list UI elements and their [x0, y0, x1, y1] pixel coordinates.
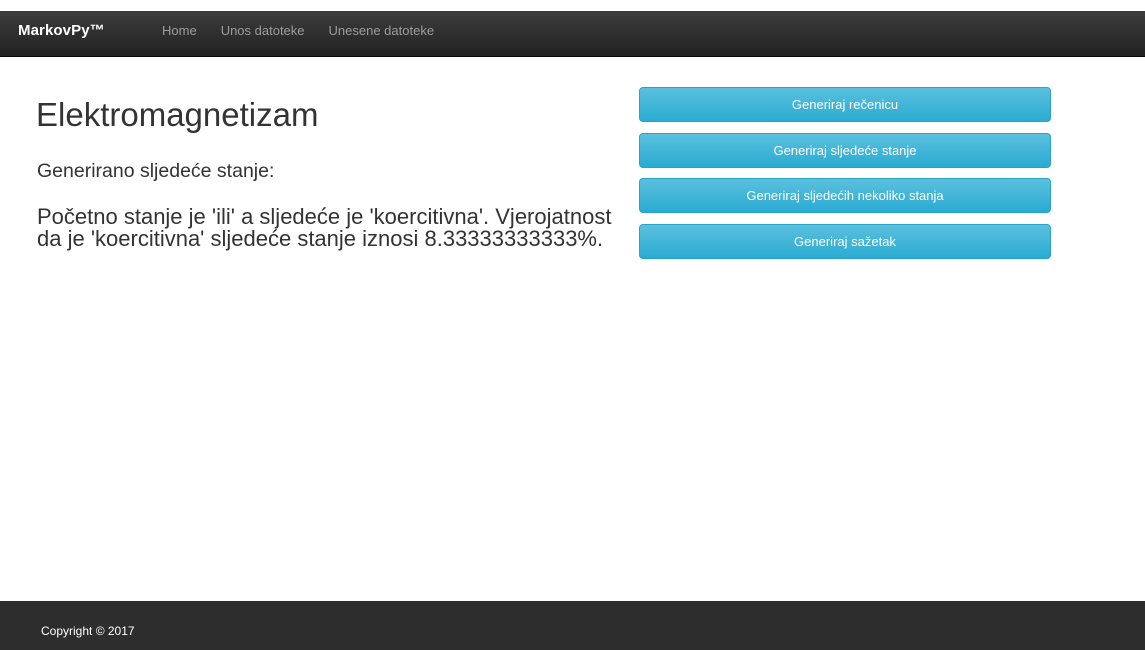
result-heading: Generirano sljedeće stanje: [37, 160, 275, 182]
nav-unesene-datoteke[interactable]: Unesene datoteke [317, 11, 447, 57]
generate-sentence-button[interactable]: Generiraj rečenicu [639, 87, 1051, 122]
top-navbar: MarkovPy™ Home Unos datoteke Unesene dat… [0, 11, 1145, 57]
generate-several-states-button[interactable]: Generiraj sljedećih nekoliko stanja [639, 178, 1051, 213]
action-buttons: Generiraj rečenicu Generiraj sljedeće st… [639, 87, 1051, 269]
generate-next-state-button[interactable]: Generiraj sljedeće stanje [639, 132, 1051, 168]
generate-summary-button[interactable]: Generiraj sažetak [639, 223, 1051, 259]
result-text: Početno stanje je 'ili' a sljedeće je 'k… [37, 204, 612, 251]
brand-link[interactable]: MarkovPy™ [18, 11, 105, 57]
page-footer: Copyright © 2017 [0, 601, 1145, 650]
nav-unos-datoteke[interactable]: Unos datoteke [209, 11, 317, 57]
nav-links: Home Unos datoteke Unesene datoteke [150, 11, 446, 57]
copyright-text: Copyright © 2017 [41, 624, 135, 638]
nav-home[interactable]: Home [150, 11, 209, 57]
page-title: Elektromagnetizam [36, 96, 319, 133]
